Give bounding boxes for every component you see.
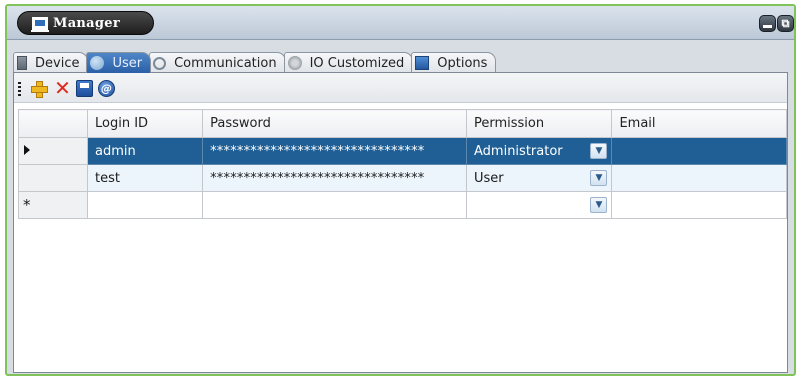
- new-row-marker: *: [23, 196, 31, 214]
- tab-user[interactable]: User: [86, 52, 152, 73]
- grid-header-row: Login ID Password Permission Email: [18, 109, 787, 138]
- cell-password[interactable]: ********************************: [202, 137, 467, 165]
- delete-icon[interactable]: ✕: [54, 78, 71, 98]
- cell-permission[interactable]: User ▼: [465, 164, 613, 192]
- cell-permission[interactable]: ▼: [465, 191, 613, 219]
- toolbar: ✕ @: [14, 73, 787, 103]
- tab-io-customized-label: IO Customized: [309, 55, 405, 71]
- title-bar[interactable]: Manager ⧉: [7, 6, 794, 40]
- chevron-down-icon[interactable]: ▼: [590, 143, 608, 159]
- permission-value: User: [474, 170, 504, 186]
- tab-communication[interactable]: Communication: [149, 52, 286, 73]
- cell-password[interactable]: ********************************: [202, 164, 467, 192]
- communication-icon: [153, 56, 167, 70]
- column-header-email[interactable]: Email: [611, 109, 787, 138]
- tab-device-label: Device: [35, 55, 80, 71]
- column-header-password[interactable]: Password: [202, 109, 467, 138]
- row-selector[interactable]: [18, 164, 88, 192]
- current-row-arrow-icon: [24, 144, 30, 155]
- row-header-corner: [18, 109, 88, 138]
- save-icon[interactable]: [76, 80, 93, 97]
- user-grid: Login ID Password Permission Email admin…: [18, 109, 787, 219]
- window-title: Manager: [53, 15, 120, 31]
- chevron-down-icon[interactable]: ▼: [590, 197, 608, 213]
- row-selector[interactable]: [18, 137, 88, 165]
- table-row[interactable]: admin ******************************** A…: [18, 137, 787, 165]
- add-icon[interactable]: [30, 80, 48, 98]
- restore-icon: ⧉: [781, 17, 790, 30]
- cell-login-id[interactable]: test: [86, 164, 204, 192]
- tab-strip: Device User Communication IO Customized …: [13, 52, 497, 73]
- cell-permission[interactable]: Administrator ▼: [465, 137, 613, 165]
- device-icon: [17, 56, 27, 70]
- row-selector[interactable]: *: [18, 191, 88, 219]
- cell-password[interactable]: [202, 191, 467, 219]
- tab-communication-label: Communication: [174, 55, 277, 71]
- table-row[interactable]: test ******************************** Us…: [18, 164, 787, 192]
- manager-window: Manager ⧉ Device User Communication IO C…: [5, 4, 796, 376]
- cell-login-id[interactable]: admin: [86, 137, 204, 165]
- column-header-permission[interactable]: Permission: [465, 109, 613, 138]
- io-icon: [287, 56, 302, 70]
- column-header-login-id[interactable]: Login ID: [86, 109, 204, 138]
- restore-button[interactable]: ⧉: [777, 15, 794, 32]
- toolbar-grip[interactable]: [18, 82, 21, 96]
- tab-io-customized[interactable]: IO Customized: [283, 52, 414, 73]
- cell-email[interactable]: [611, 164, 787, 192]
- tab-options-label: Options: [437, 55, 488, 71]
- computer-icon: [31, 16, 49, 32]
- tab-options[interactable]: Options: [411, 52, 497, 73]
- user-icon: [90, 56, 105, 70]
- minimize-icon: [763, 25, 772, 28]
- user-panel: ✕ @ Login ID Password Permission Email a…: [13, 72, 788, 373]
- chevron-down-icon[interactable]: ▼: [590, 170, 608, 186]
- cell-login-id[interactable]: [86, 191, 204, 219]
- new-row[interactable]: * ▼: [18, 191, 787, 219]
- minimize-button[interactable]: [759, 15, 776, 32]
- cell-email[interactable]: [611, 137, 787, 165]
- permission-value: Administrator: [474, 143, 563, 159]
- title-badge: Manager: [17, 11, 154, 35]
- tab-device[interactable]: Device: [13, 52, 89, 73]
- options-icon: [415, 56, 430, 70]
- tab-user-label: User: [112, 55, 143, 71]
- info-icon[interactable]: @: [98, 80, 115, 97]
- cell-email[interactable]: [611, 191, 787, 219]
